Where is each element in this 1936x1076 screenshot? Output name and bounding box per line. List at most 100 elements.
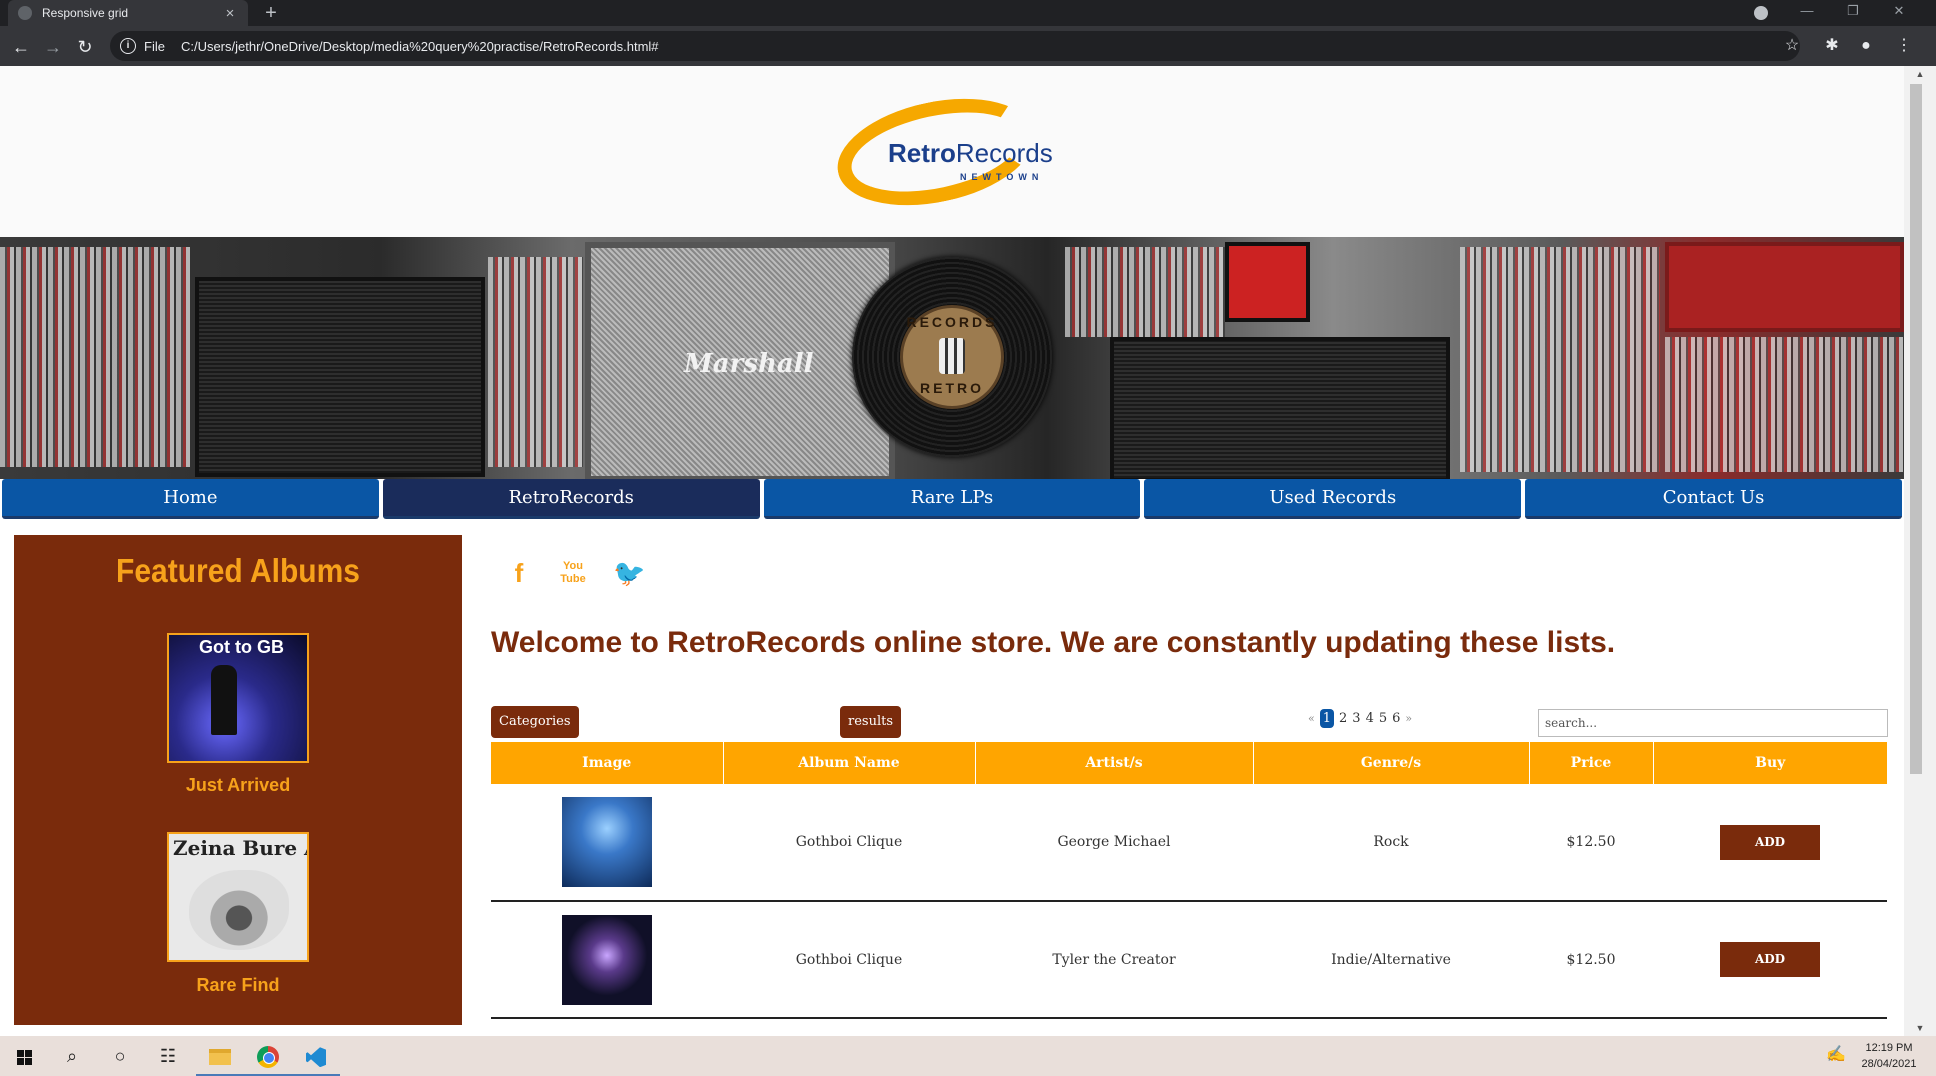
scroll-up-icon[interactable]: ▲ (1904, 66, 1936, 82)
add-to-cart-button[interactable]: ADD (1720, 942, 1820, 977)
hero-banner: Marshall RECORDS RETRO (0, 237, 1904, 479)
header-image: Image (491, 742, 724, 784)
page-viewport: RetroRecords NEWTOWN Marshall RECORDS RE… (0, 66, 1904, 1036)
header-price: Price (1529, 742, 1654, 784)
pager-prev[interactable]: « (1308, 712, 1315, 725)
search-icon[interactable]: ⌕ (48, 1036, 96, 1076)
tab-search-icon[interactable] (1754, 6, 1768, 20)
nav-home[interactable]: Home (2, 479, 379, 519)
album-cover-image[interactable] (562, 797, 652, 887)
records-table: Image Album Name Artist/s Genre/s Price … (491, 742, 1887, 1019)
face-artwork (189, 870, 289, 950)
red-amp-image (1225, 242, 1310, 322)
table-header-row: Image Album Name Artist/s Genre/s Price … (491, 742, 1887, 784)
clock-time: 12:19 PM (1865, 1042, 1913, 1054)
file-explorer-icon[interactable] (196, 1036, 244, 1076)
globe-icon (18, 6, 32, 20)
cell-genre: Rock (1253, 784, 1529, 902)
sidebar-title: Featured Albums (116, 553, 360, 590)
chrome-icon[interactable] (244, 1036, 292, 1076)
logo-wordmark: RetroRecords (888, 138, 1053, 168)
vscode-icon[interactable] (292, 1036, 340, 1076)
reload-icon[interactable]: ↻ (72, 34, 98, 60)
task-view-icon[interactable]: ☷ (144, 1036, 192, 1076)
add-to-cart-button[interactable]: ADD (1720, 824, 1820, 860)
results-button[interactable]: results (840, 706, 902, 738)
windows-taskbar: ⌕ ○ ☷ ✍ 12:19 PM 28/04/2021 (0, 1036, 1936, 1076)
nav-rare-lps[interactable]: Rare LPs (763, 479, 1141, 519)
cell-image (491, 784, 723, 902)
browser-tab[interactable]: Responsive grid × (8, 0, 248, 26)
cell-album: Gothboi Clique (723, 784, 975, 902)
url-text[interactable]: C:/Users/jethr/OneDrive/Desktop/media%20… (181, 39, 659, 54)
retrorecords-logo[interactable]: RetroRecords NEWTOWN (827, 82, 1066, 222)
amplifier-image (195, 277, 485, 477)
record-shelf (0, 247, 190, 467)
pagination: « 1 2 3 4 5 6 » (1308, 709, 1412, 728)
search-input[interactable] (1538, 709, 1888, 737)
vertical-scrollbar[interactable]: ▲ ▼ (1904, 66, 1936, 1036)
twitter-icon[interactable]: 🐦 (613, 558, 645, 588)
table-row: Gothboi Clique Tyler the Creator Indie/A… (491, 901, 1887, 1019)
pager-page[interactable]: 4 (1366, 711, 1374, 726)
cell-genre: Indie/Alternative (1253, 901, 1529, 1019)
nav-contact-us[interactable]: Contact Us (1525, 479, 1902, 519)
album-caption[interactable]: Just Arrived (14, 775, 462, 796)
cell-artist: Tyler the Creator (975, 901, 1253, 1019)
cell-price: $12.50 (1529, 784, 1653, 902)
epiphone-amp-image (1665, 242, 1904, 332)
pager-page[interactable]: 3 (1352, 711, 1360, 726)
main-nav: Home RetroRecords Rare LPs Used Records … (0, 479, 1904, 521)
minimize-button[interactable]: — (1784, 0, 1830, 26)
back-arrow-icon[interactable]: ← (8, 34, 34, 60)
pager-page-current[interactable]: 1 (1319, 709, 1335, 728)
album-cover-image[interactable] (562, 914, 652, 1005)
album-caption[interactable]: Rare Find (14, 975, 462, 996)
system-clock[interactable]: 12:19 PM 28/04/2021 (1854, 1040, 1924, 1072)
browser-toolbar: ← → ↻ i File C:/Users/jethr/OneDrive/Des… (0, 26, 1936, 66)
browser-window: Responsive grid × + — ❐ ✕ ← → ↻ i File C… (0, 0, 1936, 1036)
featured-album-cover[interactable]: Got to GB (167, 633, 309, 763)
cortana-icon[interactable]: ○ (96, 1036, 144, 1076)
cell-buy: ADD (1653, 901, 1887, 1019)
extensions-icon[interactable]: ✱ (1820, 34, 1844, 58)
header-album-name: Album Name (723, 742, 976, 784)
youtube-icon[interactable]: You Tube (559, 558, 587, 588)
featured-album-cover[interactable]: Zeina Bure AVE (167, 832, 309, 962)
vinyl-label-text: RECORDS (906, 314, 998, 330)
pager-page[interactable]: 2 (1339, 711, 1347, 726)
close-tab-icon[interactable]: × (222, 5, 238, 22)
facebook-icon[interactable]: f (505, 558, 533, 588)
vinyl-label-text: RETRO (920, 380, 984, 396)
new-tab-button[interactable]: + (260, 2, 282, 24)
featured-albums-sidebar: Featured Albums Got to GB Just Arrived Z… (14, 535, 462, 1025)
performer-silhouette (211, 665, 237, 735)
info-icon[interactable]: i (120, 38, 136, 54)
categories-button[interactable]: Categories (491, 706, 579, 738)
cell-image (491, 901, 723, 1019)
scrollbar-thumb[interactable] (1910, 84, 1922, 774)
pen-icon[interactable]: ✍ (1826, 1044, 1846, 1064)
cell-buy: ADD (1653, 784, 1887, 902)
nav-retrorecords[interactable]: RetroRecords (382, 479, 760, 519)
pager-page[interactable]: 5 (1379, 711, 1387, 726)
logo-subtitle: NEWTOWN (960, 172, 1044, 182)
speaker-cabinet-image (1110, 337, 1450, 479)
start-button[interactable] (0, 1036, 48, 1076)
vinyl-record-image: RECORDS RETRO (852, 257, 1052, 457)
scroll-down-icon[interactable]: ▼ (1904, 1020, 1936, 1036)
menu-kebab-icon[interactable]: ⋮ (1892, 34, 1916, 58)
profile-avatar-icon[interactable]: ● (1854, 34, 1878, 58)
url-scheme: File (144, 38, 165, 54)
site-header: RetroRecords NEWTOWN (0, 66, 1904, 237)
bookmark-star-icon[interactable]: ☆ (1780, 34, 1804, 58)
social-links: f You Tube 🐦 (505, 558, 646, 588)
address-bar[interactable]: i File C:/Users/jethr/OneDrive/Desktop/m… (110, 31, 1800, 61)
restore-button[interactable]: ❐ (1830, 0, 1876, 26)
close-window-button[interactable]: ✕ (1876, 0, 1922, 26)
pager-page[interactable]: 6 (1392, 711, 1400, 726)
pager-next[interactable]: » (1405, 712, 1412, 725)
nav-used-records[interactable]: Used Records (1144, 479, 1522, 519)
forward-arrow-icon[interactable]: → (40, 34, 66, 60)
header-genres: Genre/s (1253, 742, 1530, 784)
